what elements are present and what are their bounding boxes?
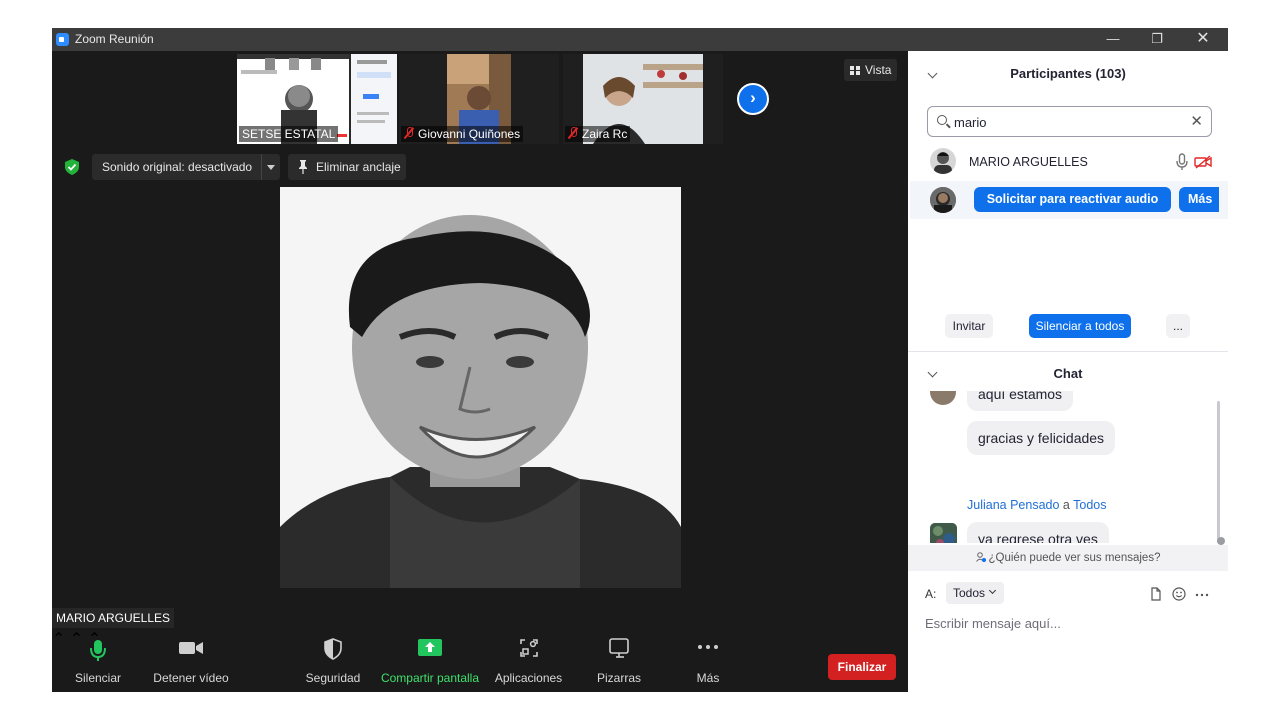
avatar bbox=[930, 391, 956, 405]
participant-search[interactable]: ✕ bbox=[927, 106, 1212, 137]
original-sound-dropdown[interactable]: Sonido original: desactivado bbox=[92, 154, 280, 180]
zoom-window: Zoom Reunión — ❐ ✕ SETSE ESTATAL Giovann… bbox=[52, 28, 1228, 692]
stop-video-button[interactable]: Detener vídeo bbox=[152, 629, 230, 692]
microphone-icon[interactable] bbox=[1176, 153, 1188, 171]
share-screen-button[interactable]: Compartir pantalla bbox=[380, 629, 480, 692]
clear-search-icon[interactable]: ✕ bbox=[1190, 112, 1203, 130]
close-window-button[interactable]: ✕ bbox=[1180, 28, 1226, 51]
thumbnail-label: Giovanni Quiñones bbox=[401, 126, 524, 142]
minimize-button[interactable]: — bbox=[1090, 28, 1136, 51]
shield-check-icon[interactable] bbox=[65, 159, 79, 175]
mute-all-button[interactable]: Silenciar a todos bbox=[1029, 314, 1131, 338]
avatar bbox=[930, 187, 956, 213]
next-page-button[interactable]: › bbox=[737, 83, 769, 115]
whiteboards-button[interactable]: Pizarras bbox=[593, 629, 645, 692]
chevron-down-icon bbox=[988, 586, 997, 595]
meeting-toolbar: Silenciar ⌃ Detener vídeo ⌃ Seguridad Co… bbox=[52, 629, 908, 692]
shield-icon bbox=[324, 638, 342, 660]
chat-message: ya regrese otra ves bbox=[967, 522, 1109, 543]
window-title: Zoom Reunión bbox=[75, 32, 154, 46]
apps-icon bbox=[519, 639, 538, 657]
speaker-name-label: MARIO ARGUELLES bbox=[52, 608, 175, 628]
main-video bbox=[280, 187, 681, 588]
thumbnail-label: SETSE ESTATAL bbox=[239, 126, 339, 142]
emoji-icon[interactable] bbox=[1172, 587, 1186, 601]
scroll-thumb[interactable] bbox=[1217, 537, 1225, 545]
request-unmute-button[interactable]: Solicitar para reactivar audio bbox=[974, 187, 1171, 212]
mic-muted-icon bbox=[568, 127, 578, 139]
search-input[interactable] bbox=[954, 113, 1174, 131]
participants-title: Participantes (103) bbox=[1010, 66, 1126, 81]
participant-row-hover[interactable]: Solicitar para reactivar audio Más bbox=[910, 181, 1228, 219]
thumbnail-zaira[interactable]: Zaira Rc bbox=[563, 54, 723, 144]
chat-more-icon[interactable] bbox=[1195, 587, 1209, 601]
end-meeting-button[interactable]: Finalizar bbox=[828, 654, 896, 680]
chat-messages: aquí estamos gracias y felicidades Julia… bbox=[908, 391, 1228, 543]
avatar bbox=[930, 523, 957, 543]
panel-divider bbox=[908, 351, 1228, 352]
participants-more-button[interactable]: ... bbox=[1166, 314, 1190, 338]
security-button[interactable]: Seguridad bbox=[303, 629, 363, 692]
speaker-photo bbox=[280, 187, 681, 588]
thumbnail-label: Zaira Rc bbox=[565, 126, 631, 142]
person-icon bbox=[975, 552, 986, 562]
zoom-logo-icon bbox=[56, 33, 69, 46]
avatar bbox=[930, 148, 956, 174]
participant-more-button[interactable]: Más bbox=[1179, 187, 1219, 212]
side-panel: Participantes (103) ✕ MARIO ARGUELLES bbox=[908, 51, 1228, 692]
recipient-label: A: bbox=[925, 587, 937, 601]
chat-message-input[interactable] bbox=[925, 613, 1215, 633]
mute-button[interactable]: Silenciar bbox=[72, 629, 124, 692]
unpin-button[interactable]: Eliminar anclaje bbox=[288, 154, 406, 180]
title-bar: Zoom Reunión — ❐ ✕ bbox=[52, 28, 1228, 51]
who-can-see-messages[interactable]: ¿Quién puede ver sus mensajes? bbox=[908, 545, 1228, 571]
chat-title: Chat bbox=[1053, 366, 1083, 381]
restore-button[interactable]: ❐ bbox=[1134, 28, 1180, 51]
chat-sender: Juliana Pensado a Todos bbox=[967, 498, 1107, 512]
chat-scrollbar[interactable] bbox=[1217, 401, 1220, 543]
mic-muted-icon bbox=[404, 127, 414, 139]
recipient-dropdown[interactable]: Todos bbox=[946, 582, 1004, 604]
file-icon[interactable] bbox=[1149, 587, 1163, 601]
participant-row[interactable]: MARIO ARGUELLES bbox=[910, 143, 1228, 181]
search-icon bbox=[937, 115, 947, 125]
invite-button[interactable]: Invitar bbox=[945, 314, 993, 338]
video-area: SETSE ESTATAL Giovanni Quiñones Zaira Rc… bbox=[52, 51, 908, 692]
participant-name: MARIO ARGUELLES bbox=[969, 155, 1088, 169]
video-off-icon[interactable] bbox=[1194, 155, 1212, 169]
share-screen-icon bbox=[418, 639, 442, 656]
camera-icon bbox=[179, 642, 203, 654]
whiteboard-icon bbox=[609, 638, 629, 658]
more-dots-icon bbox=[698, 645, 718, 649]
audio-options-chevron[interactable]: ⌃ bbox=[52, 631, 65, 648]
thumbnail-giovanni[interactable]: Giovanni Quiñones bbox=[399, 54, 559, 144]
microphone-icon bbox=[90, 640, 106, 661]
chat-message: aquí estamos bbox=[967, 391, 1074, 411]
view-button[interactable]: Vista bbox=[844, 59, 898, 81]
thumbnail-setse[interactable]: SETSE ESTATAL bbox=[237, 54, 397, 144]
more-button[interactable]: Más bbox=[688, 629, 728, 692]
grid-icon bbox=[850, 66, 860, 75]
caret-down-icon bbox=[267, 165, 275, 170]
chat-message: gracias y felicidades bbox=[967, 421, 1116, 455]
apps-button[interactable]: Aplicaciones bbox=[492, 629, 565, 692]
pin-icon bbox=[299, 160, 307, 174]
thumbnail-strip: SETSE ESTATAL Giovanni Quiñones Zaira Rc… bbox=[52, 51, 908, 147]
